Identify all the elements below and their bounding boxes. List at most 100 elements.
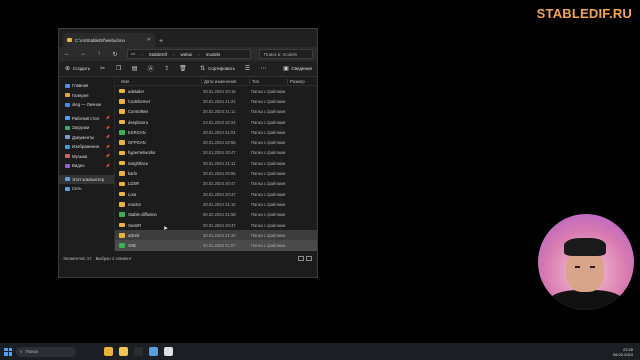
date-cell: 30.01.2024 21:40: [203, 232, 236, 238]
cut-icon[interactable]: ✂: [99, 65, 106, 72]
sidebar-item-label: Галерея: [72, 92, 89, 98]
details-button[interactable]: ▣ Сведения: [282, 65, 312, 72]
pin-icon: 📌: [105, 154, 110, 159]
folder-icon: [65, 154, 70, 159]
terminal-icon[interactable]: [134, 347, 143, 356]
new-tab-button[interactable]: +: [159, 38, 163, 45]
close-icon[interactable]: ✕: [147, 37, 151, 43]
file-name: VAE: [128, 243, 137, 249]
table-row[interactable]: insightface 30.01.2024 21:11 Папка с файла…: [115, 158, 317, 168]
taskbar-apps: [104, 347, 173, 356]
sort-button[interactable]: ⇅ Сортировать: [199, 65, 235, 72]
search-input[interactable]: Поиск в: models: [259, 49, 313, 59]
browser-icon[interactable]: [164, 347, 173, 356]
table-row[interactable]: adetailer 30.01.2024 20:16 Папка с файлами: [115, 86, 317, 96]
type-cell: Папка с файлами: [251, 243, 286, 249]
more-icon[interactable]: ⋯: [260, 65, 267, 72]
name-cell: SwinIR: [115, 223, 201, 228]
sidebar-item[interactable]: Изображения 📌: [59, 142, 114, 152]
file-name: ESRGAN: [128, 129, 146, 135]
task-icon[interactable]: [119, 347, 128, 356]
column-size[interactable]: Размер: [287, 78, 317, 84]
pin-icon: 📌: [105, 135, 110, 140]
sidebar-item[interactable]: Загрузки 📌: [59, 123, 114, 133]
sidebar-item[interactable]: Рабочий стол 📌: [59, 114, 114, 124]
person-eye: [575, 266, 580, 268]
start-button[interactable]: [4, 347, 12, 356]
sidebar-item-label: Загрузки: [72, 125, 90, 131]
sidebar-item[interactable]: Музыка 📌: [59, 152, 114, 162]
breadcrumb-item[interactable]: StableDif: [149, 52, 167, 57]
view-icon[interactable]: ☰: [244, 65, 251, 72]
date-cell: 30.01.2024 20:47: [203, 191, 236, 197]
table-row[interactable]: ControlNet 30.01.2024 21:11 Папка с файлам…: [115, 107, 317, 117]
table-row[interactable]: LDSR 30.01.2024 20:47 Папка с файлами: [115, 179, 317, 189]
refresh-button[interactable]: ↻: [111, 51, 119, 58]
person-shirt: [548, 290, 624, 310]
details-view-icon[interactable]: [298, 255, 304, 261]
folder-icon: [119, 202, 125, 207]
breadcrumb-item[interactable]: webui: [181, 52, 193, 57]
delete-icon[interactable]: 🗑: [179, 65, 187, 72]
sidebar-item[interactable]: Документы 📌: [59, 133, 114, 143]
forward-button[interactable]: →: [79, 51, 87, 57]
sidebar-item[interactable]: Сеть: [59, 184, 114, 194]
table-row[interactable]: uDreit 30.01.2024 21:40 Папка с файлами: [115, 230, 317, 241]
breadcrumb-item[interactable]: models: [206, 52, 221, 57]
nav-bar: ← → ↑ ↻ ▭ › StableDif › webui › models П…: [59, 47, 317, 61]
column-type[interactable]: Тип: [249, 78, 287, 84]
tiles-view-icon[interactable]: [306, 255, 312, 261]
mouse-cursor-icon: ➤: [163, 226, 169, 232]
date-cell: 30.01.2024 21:10: [203, 201, 236, 207]
share-icon[interactable]: ⇪: [163, 65, 170, 72]
copy-icon[interactable]: ❐: [115, 65, 122, 72]
date-cell: 30.01.2024 20:55: [203, 171, 236, 177]
column-name[interactable]: Имя: [115, 79, 201, 84]
sidebar-item-label: Рабочий стол: [72, 115, 99, 121]
column-date[interactable]: Дата изменения: [201, 78, 249, 84]
sidebar-item[interactable]: Главная: [59, 81, 114, 91]
name-cell: Codeformer: [115, 99, 201, 104]
table-row[interactable]: hypernetworks 30.01.2024 20:47 Папка с фай…: [115, 148, 317, 158]
status-bar: Элементов: 17 Выбран 1 элемент: [59, 253, 317, 263]
taskbar-search[interactable]: ⌕ Поиск: [16, 346, 76, 357]
sidebar-item[interactable]: Галерея: [59, 91, 114, 101]
sidebar-item[interactable]: Видео 📌: [59, 161, 114, 171]
sidebar-item[interactable]: Этот компьютер: [59, 174, 114, 184]
system-clock[interactable]: 22:28 06.02.2024: [613, 347, 636, 357]
tab-models[interactable]: C:\AI\StableDif\webui\mo ✕: [63, 33, 155, 47]
back-button[interactable]: ←: [63, 51, 71, 57]
table-row[interactable]: Stable-diffusion 06.02.2024 21:59 Папка с …: [115, 210, 317, 220]
folder-icon: [119, 212, 125, 217]
sidebar-item[interactable]: oleg — Личное: [59, 100, 114, 110]
column-headers: Имя Дата изменения Тип Размер: [115, 77, 317, 86]
app-icon[interactable]: [149, 347, 158, 356]
files-icon[interactable]: [104, 347, 113, 356]
type-cell: Папка с файлами: [251, 212, 286, 218]
table-row[interactable]: deepbooru 24.01.2023 22:24 Папка с файлами: [115, 117, 317, 127]
sidebar-item-label: Видео: [72, 163, 85, 169]
table-row[interactable]: VAE-approx06.02.2024 21:36Папка с файлам…: [115, 251, 317, 253]
name-cell: karlo: [115, 171, 201, 176]
address-bar[interactable]: ▭ › StableDif › webui › models: [127, 49, 251, 59]
new-button[interactable]: ⊕ Создать: [64, 65, 90, 72]
table-row[interactable]: VAE 30.01.2024 21:07 Папка с файлами: [115, 240, 317, 251]
name-cell: Stable-diffusion: [115, 212, 201, 217]
plus-circle-icon: ⊕: [64, 66, 71, 72]
type-cell: Папка с файлами: [251, 222, 286, 228]
rename-icon[interactable]: Ⓐ: [147, 64, 154, 73]
file-list: Имя Дата изменения Тип Размер adetailer 3…: [115, 77, 317, 253]
table-row[interactable]: Lora 30.01.2024 20:47 Папка с файлами: [115, 189, 317, 199]
up-button[interactable]: ↑: [95, 51, 103, 57]
type-cell: Папка с файлами: [251, 171, 286, 177]
table-row[interactable]: GFPGAN 30.01.2024 20:55 Папка с файлами: [115, 137, 317, 147]
table-row[interactable]: Codeformer 30.01.2024 21:21 Папка с файлам…: [115, 96, 317, 106]
paste-icon[interactable]: ▤: [131, 65, 138, 72]
table-row[interactable]: ESRGAN 30.01.2024 21:01 Папка с файлами: [115, 127, 317, 137]
type-cell: Папка с файлами: [251, 191, 286, 197]
table-row[interactable]: reactor 30.01.2024 21:10 Папка с файлами: [115, 199, 317, 209]
folder-icon: [65, 116, 70, 121]
table-row[interactable]: karlo 30.01.2024 20:55 Папка с файлами: [115, 168, 317, 178]
table-row[interactable]: SwinIR 30.01.2024 20:47 Папка с файлами: [115, 220, 317, 230]
name-cell: ControlNet: [115, 109, 201, 114]
